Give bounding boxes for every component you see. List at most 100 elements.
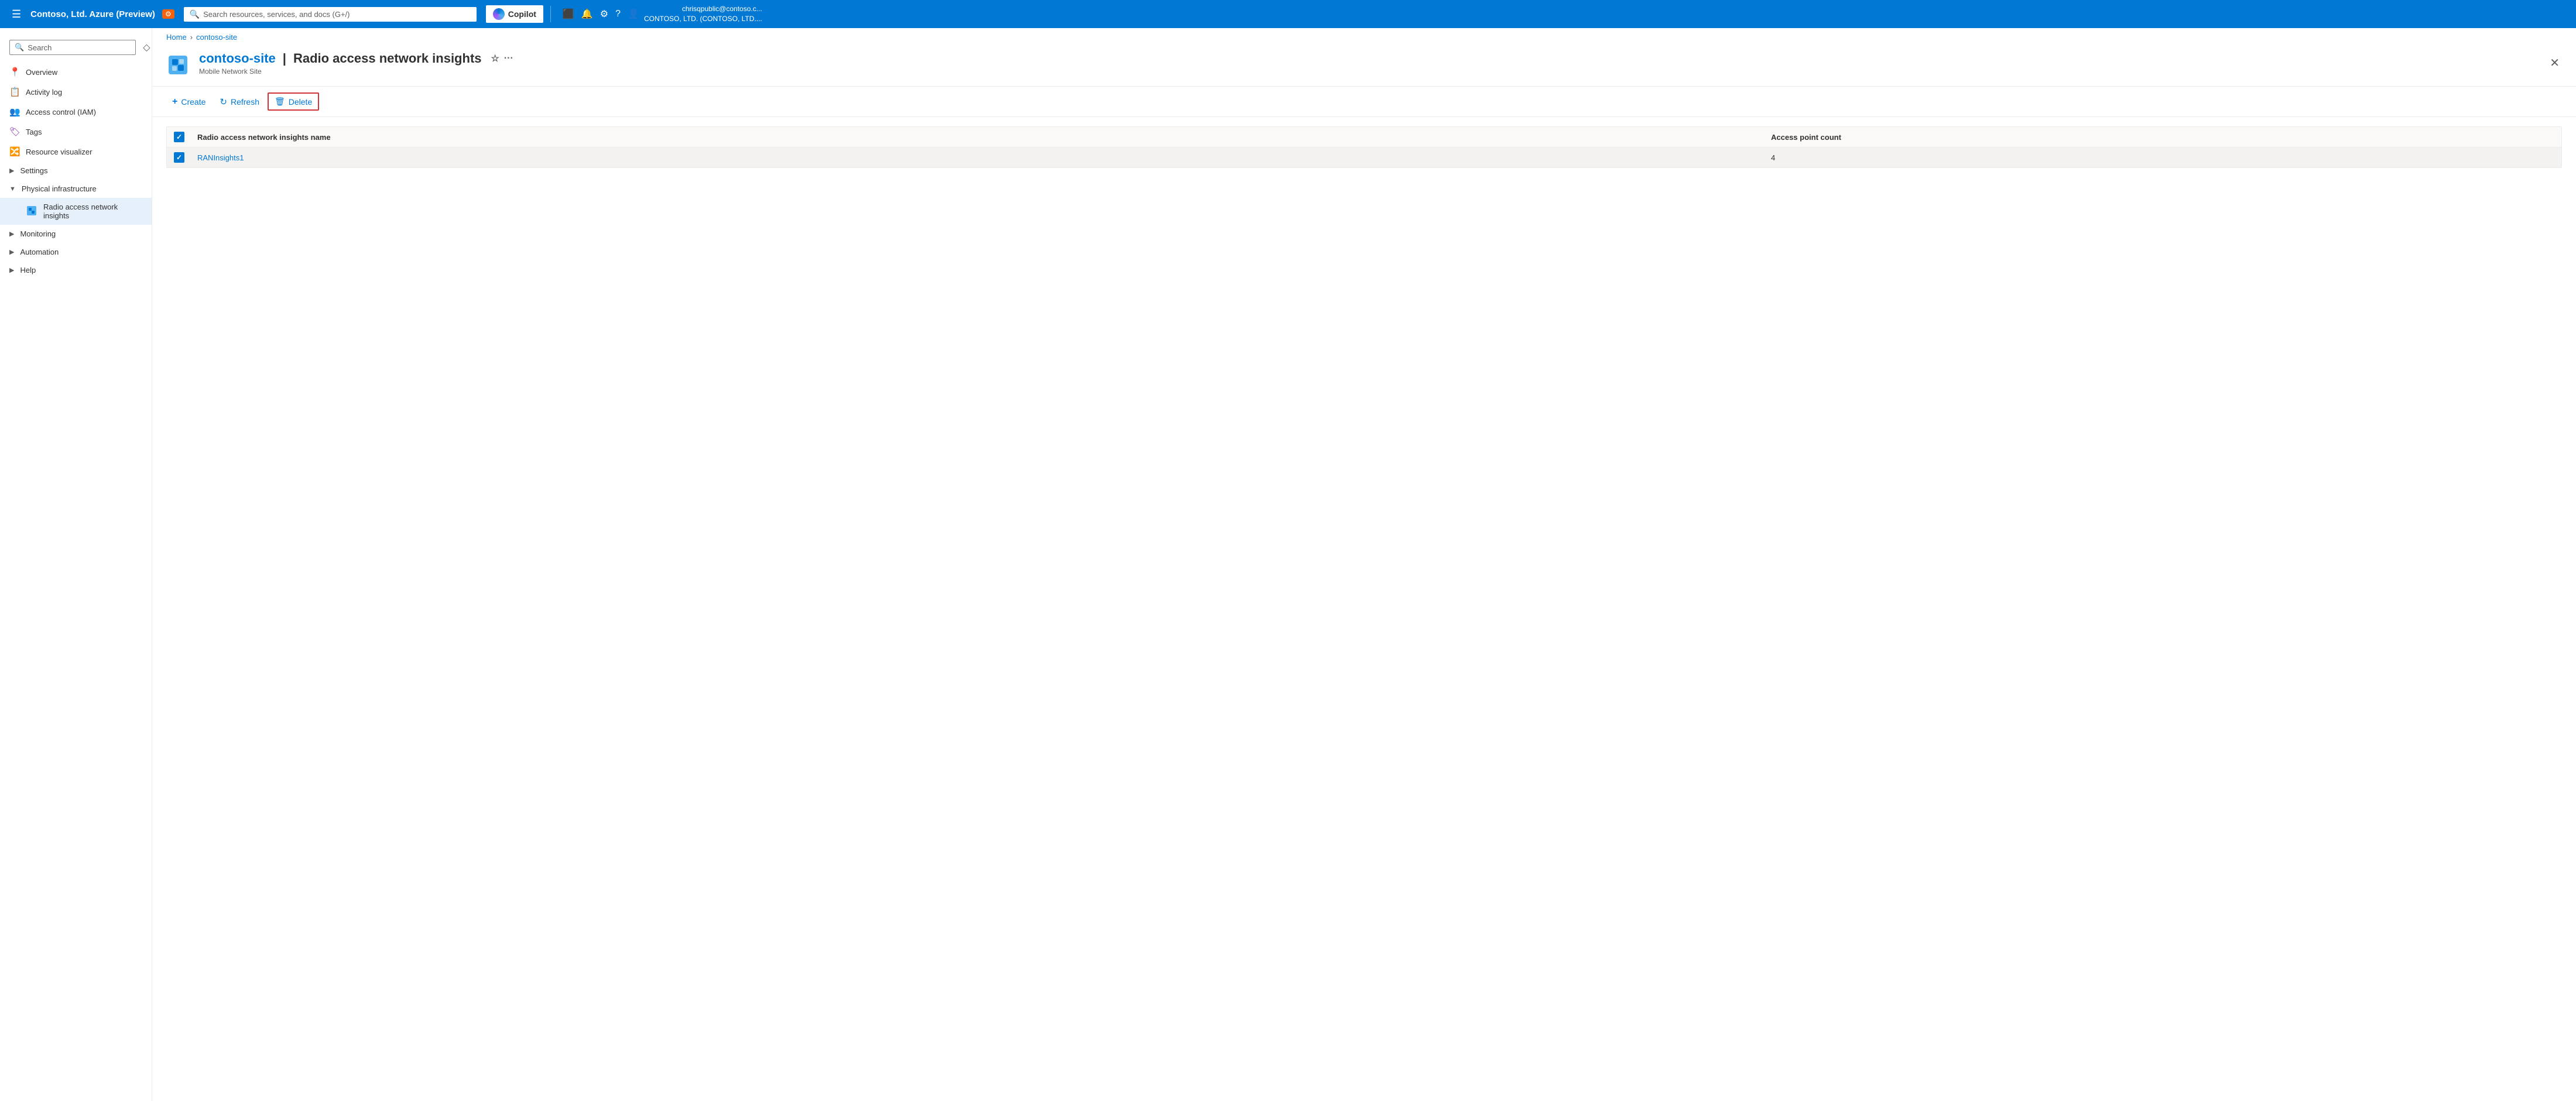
row-count-cell: 4 bbox=[1771, 153, 2554, 162]
access-control-icon: 👥 bbox=[9, 107, 20, 117]
expand-icon: ▶ bbox=[9, 167, 14, 174]
hamburger-button[interactable]: ☰ bbox=[7, 6, 26, 23]
page-header: contoso-site | Radio access network insi… bbox=[152, 46, 2576, 87]
col-count-header: Access point count bbox=[1771, 133, 2554, 142]
user-email: chrisqpublic@contoso.c... bbox=[644, 4, 762, 14]
sidebar-item-ran-insights[interactable]: Radio access network insights bbox=[0, 198, 152, 225]
table-wrap: ✓ Radio access network insights name Acc… bbox=[166, 126, 2562, 168]
table-header-checkbox: ✓ bbox=[174, 132, 190, 142]
notifications-icon[interactable]: 🔔 bbox=[581, 8, 593, 20]
favorite-icon[interactable]: ☆ bbox=[491, 53, 499, 64]
row-name-cell: RANInsights1 bbox=[197, 153, 1764, 162]
overview-icon: 📍 bbox=[9, 67, 20, 77]
more-options-icon[interactable]: ··· bbox=[504, 53, 513, 64]
breadcrumb: Home › contoso-site bbox=[152, 28, 2576, 46]
sidebar-item-label: Physical infrastructure bbox=[22, 184, 142, 193]
topbar-user[interactable]: chrisqpublic@contoso.c... CONTOSO, LTD. … bbox=[644, 4, 762, 24]
sidebar: 🔍 ◇ « 📍 Overview 📋 Activity log 👥 Access… bbox=[0, 28, 152, 1101]
sidebar-item-label: Resource visualizer bbox=[26, 148, 142, 156]
copilot-label: Copilot bbox=[508, 9, 536, 19]
expand-icon: ▼ bbox=[9, 186, 16, 193]
checkbox-check-icon: ✓ bbox=[176, 133, 182, 141]
page-resource-icon bbox=[166, 53, 190, 77]
title-separator: | bbox=[283, 51, 286, 66]
topbar: ☰ Contoso, Ltd. Azure (Preview) ⚙ 🔍 Copi… bbox=[0, 0, 2576, 28]
tags-icon: 🏷 bbox=[9, 126, 20, 137]
sidebar-filter-button[interactable]: ◇ bbox=[143, 42, 150, 53]
sidebar-item-label: Radio access network insights bbox=[43, 203, 142, 220]
sidebar-item-label: Overview bbox=[26, 68, 142, 77]
create-button[interactable]: + Create bbox=[166, 93, 211, 111]
topbar-badge: ⚙ bbox=[162, 9, 174, 19]
sidebar-item-label: Settings bbox=[20, 166, 142, 175]
help-icon[interactable]: ? bbox=[615, 9, 621, 19]
terminal-icon[interactable]: ⬛ bbox=[563, 8, 574, 20]
select-all-checkbox[interactable]: ✓ bbox=[174, 132, 184, 142]
page-subtitle: Mobile Network Site bbox=[199, 67, 2562, 76]
sidebar-item-monitoring[interactable]: ▶ Monitoring bbox=[0, 225, 152, 243]
sidebar-item-label: Activity log bbox=[26, 88, 142, 97]
topbar-search-container: 🔍 bbox=[184, 7, 477, 22]
page-title: contoso-site | Radio access network insi… bbox=[199, 51, 2562, 66]
ran-insights-icon bbox=[26, 205, 37, 218]
user-tenant: CONTOSO, LTD. (CONTOSO, LTD.... bbox=[644, 14, 762, 24]
refresh-icon: ↻ bbox=[220, 97, 227, 107]
delete-button[interactable]: 🗑 Delete bbox=[268, 92, 319, 111]
toolbar: + Create ↻ Refresh 🗑 Delete bbox=[152, 87, 2576, 117]
sidebar-item-label: Help bbox=[20, 266, 142, 275]
copilot-orb-icon bbox=[493, 8, 505, 20]
main-panel: Home › contoso-site contoso-site | Radi bbox=[152, 28, 2576, 1101]
sidebar-item-resource-visualizer[interactable]: 🔀 Resource visualizer bbox=[0, 142, 152, 162]
activity-log-icon: 📋 bbox=[9, 87, 20, 97]
close-button[interactable]: ✕ bbox=[2547, 53, 2562, 73]
expand-icon: ▶ bbox=[9, 266, 14, 274]
profile-icon[interactable]: 👤 bbox=[628, 8, 639, 20]
row-name-link[interactable]: RANInsights1 bbox=[197, 153, 244, 162]
breadcrumb-separator: › bbox=[190, 33, 193, 42]
sidebar-item-activity-log[interactable]: 📋 Activity log bbox=[0, 82, 152, 102]
sidebar-item-overview[interactable]: 📍 Overview bbox=[0, 62, 152, 82]
resource-visualizer-icon: 🔀 bbox=[9, 146, 20, 157]
sidebar-item-settings[interactable]: ▶ Settings bbox=[0, 162, 152, 180]
sidebar-item-label: Automation bbox=[20, 248, 142, 256]
sidebar-item-automation[interactable]: ▶ Automation bbox=[0, 243, 152, 261]
topbar-title: Contoso, Ltd. Azure (Preview) bbox=[30, 9, 155, 19]
row-select-checkbox[interactable]: ✓ bbox=[174, 152, 184, 163]
expand-icon: ▶ bbox=[9, 248, 14, 256]
breadcrumb-site[interactable]: contoso-site bbox=[196, 33, 237, 42]
refresh-label: Refresh bbox=[231, 97, 259, 107]
create-icon: + bbox=[172, 97, 177, 107]
table-header-row: ✓ Radio access network insights name Acc… bbox=[167, 127, 2561, 148]
sidebar-item-label: Tags bbox=[26, 128, 142, 136]
sidebar-item-physical-infrastructure[interactable]: ▼ Physical infrastructure bbox=[0, 180, 152, 198]
sidebar-search-container: 🔍 bbox=[9, 40, 136, 55]
sidebar-item-access-control[interactable]: 👥 Access control (IAM) bbox=[0, 102, 152, 122]
sidebar-search-input[interactable] bbox=[28, 43, 131, 52]
refresh-button[interactable]: ↻ Refresh bbox=[214, 93, 265, 111]
sidebar-item-label: Access control (IAM) bbox=[26, 108, 142, 116]
col-name-header: Radio access network insights name bbox=[197, 133, 1764, 142]
delete-label: Delete bbox=[289, 97, 312, 107]
sidebar-item-help[interactable]: ▶ Help bbox=[0, 261, 152, 279]
create-label: Create bbox=[181, 97, 205, 107]
checkbox-check-icon: ✓ bbox=[176, 153, 182, 162]
content-wrap: 🔍 ◇ « 📍 Overview 📋 Activity log 👥 Access… bbox=[0, 28, 2576, 1101]
expand-icon: ▶ bbox=[9, 230, 14, 238]
table-row: ✓ RANInsights1 4 bbox=[167, 148, 2561, 167]
page-title-area: contoso-site | Radio access network insi… bbox=[199, 51, 2562, 76]
settings-icon[interactable]: ⚙ bbox=[600, 8, 608, 20]
copilot-button[interactable]: Copilot bbox=[486, 5, 543, 23]
topbar-icons: ⬛ 🔔 ⚙ ? 👤 bbox=[563, 8, 639, 20]
topbar-search-input[interactable] bbox=[203, 10, 471, 19]
page-name: Radio access network insights bbox=[293, 51, 482, 66]
sidebar-item-label: Monitoring bbox=[20, 229, 142, 238]
search-icon: 🔍 bbox=[190, 9, 200, 19]
resource-name: contoso-site bbox=[199, 51, 276, 66]
sidebar-search-icon: 🔍 bbox=[15, 43, 24, 52]
delete-icon: 🗑 bbox=[275, 97, 285, 107]
row-checkbox: ✓ bbox=[174, 152, 190, 163]
topbar-divider bbox=[550, 6, 551, 22]
table-area: ✓ Radio access network insights name Acc… bbox=[152, 117, 2576, 177]
breadcrumb-home[interactable]: Home bbox=[166, 33, 187, 42]
sidebar-item-tags[interactable]: 🏷 Tags bbox=[0, 122, 152, 142]
